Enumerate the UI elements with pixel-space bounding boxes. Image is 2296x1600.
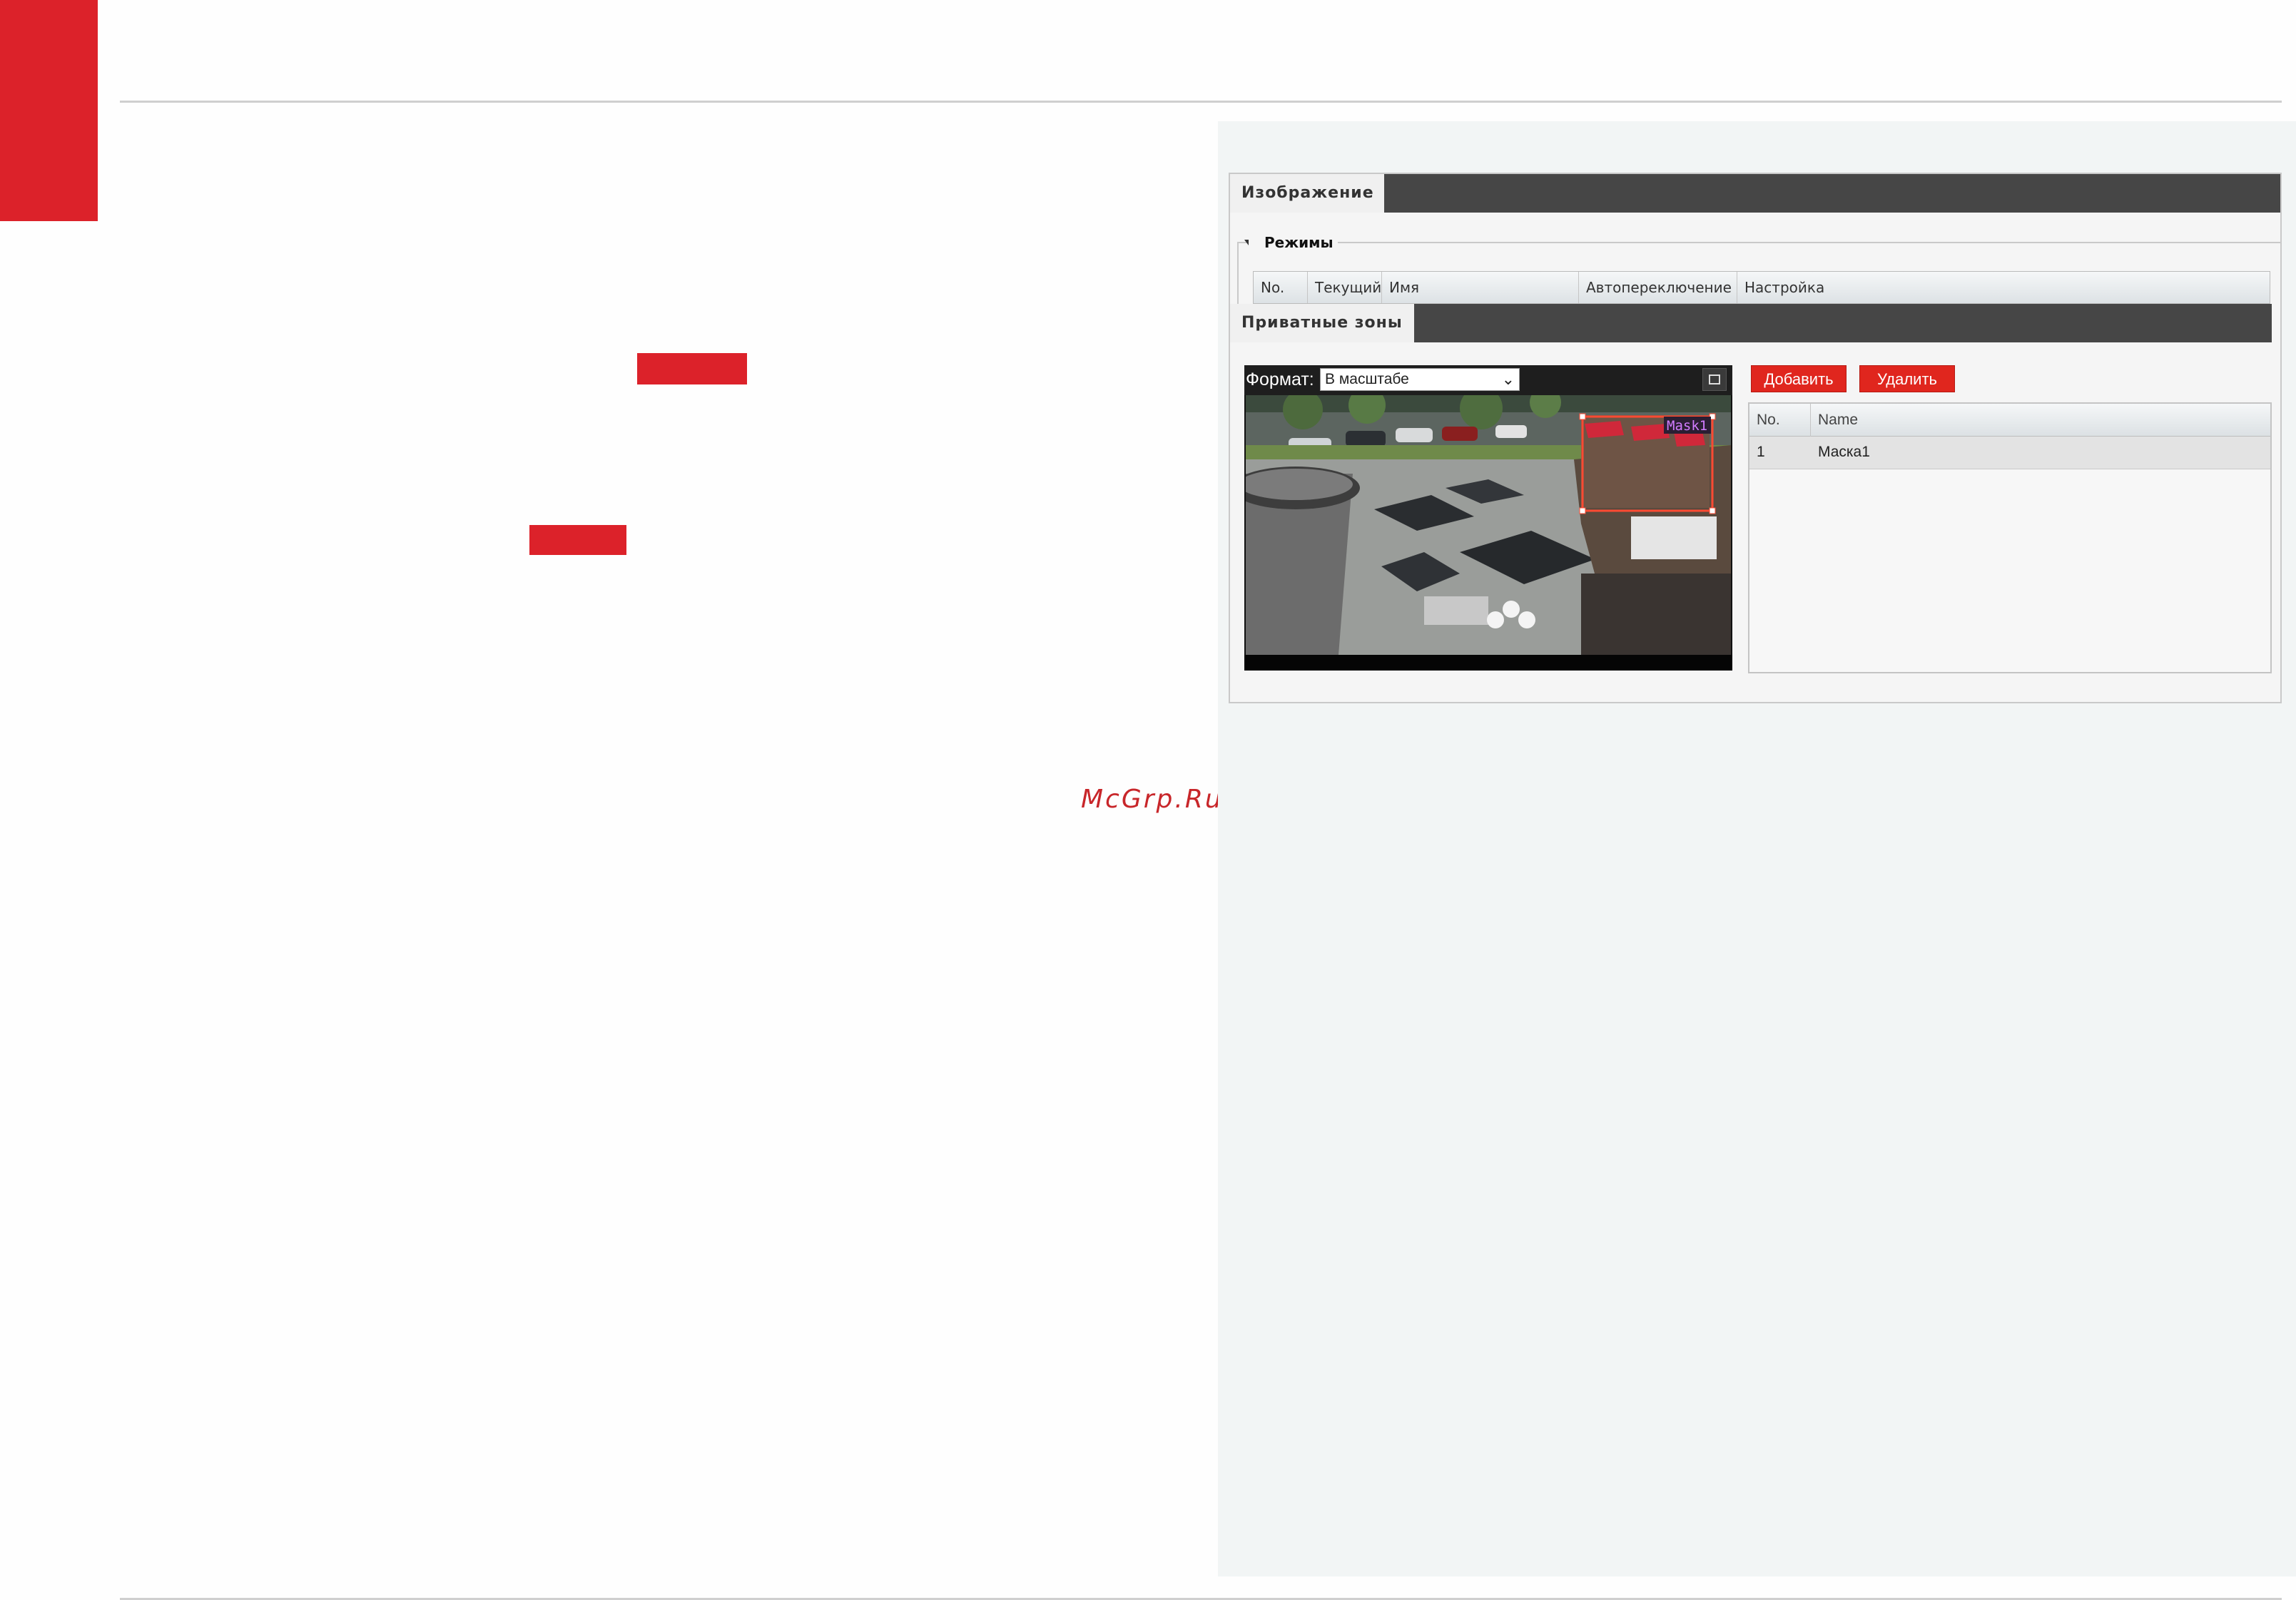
modes-col-name[interactable]: Имя [1382, 272, 1579, 303]
modes-table-header: No. Текущий Имя Автопереключение Настрой… [1253, 271, 2270, 304]
mask-overlay-label: Mask1 [1667, 418, 1707, 434]
mask-col-no[interactable]: No. [1749, 404, 1811, 437]
delete-mask-button[interactable]: Удалить [1859, 365, 1955, 392]
privacy-tab-bar: Приватные зоны [1230, 304, 2272, 342]
video-status-strip [1244, 655, 1732, 671]
video-preview[interactable]: Формат: В масштабе ⌄ Mask1 [1244, 365, 1732, 671]
chevron-down-icon: ⌄ [1501, 370, 1515, 388]
format-select-value: В масштабе [1325, 371, 1409, 387]
add-mask-button[interactable]: Добавить [1751, 365, 1847, 392]
table-row[interactable]: 1 Маска1 [1749, 437, 2270, 469]
watermark: McGrp.Ru [1081, 785, 1224, 814]
modes-col-current[interactable]: Текущий [1308, 272, 1382, 303]
mask-col-name[interactable]: Name [1811, 404, 2267, 437]
camera-settings-screenshot: Изображение Режимы No. Текущий Имя Автоп… [1229, 173, 2282, 703]
camera-scene-image: Mask1 [1246, 395, 1731, 655]
corner-accent-tab [0, 0, 98, 221]
mask-list-table: No. Name 1 Маска1 [1748, 402, 2272, 673]
fullscreen-button[interactable] [1702, 368, 1727, 391]
top-divider [120, 101, 2282, 103]
format-label: Формат: [1246, 370, 1314, 389]
modes-col-no[interactable]: No. [1254, 272, 1308, 303]
mask-row-name: Маска1 [1818, 444, 1870, 460]
modes-col-settings[interactable]: Настройка [1737, 272, 2265, 303]
modes-legend: Режимы [1249, 234, 1338, 251]
image-tab-bar: Изображение [1230, 174, 2280, 213]
highlight-marker [529, 525, 626, 555]
mask-list-header: No. Name [1749, 404, 2270, 437]
tab-image[interactable]: Изображение [1230, 174, 1384, 213]
format-select[interactable]: В масштабе ⌄ [1320, 368, 1520, 391]
highlight-marker [637, 353, 747, 384]
tab-privacy-zones[interactable]: Приватные зоны [1230, 304, 1414, 342]
fullscreen-icon [1709, 374, 1720, 384]
video-toolbar: Формат: В масштабе ⌄ [1244, 365, 1732, 395]
modes-col-autoswitch[interactable]: Автопереключение [1579, 272, 1737, 303]
mask-row-no: 1 [1757, 444, 1765, 460]
